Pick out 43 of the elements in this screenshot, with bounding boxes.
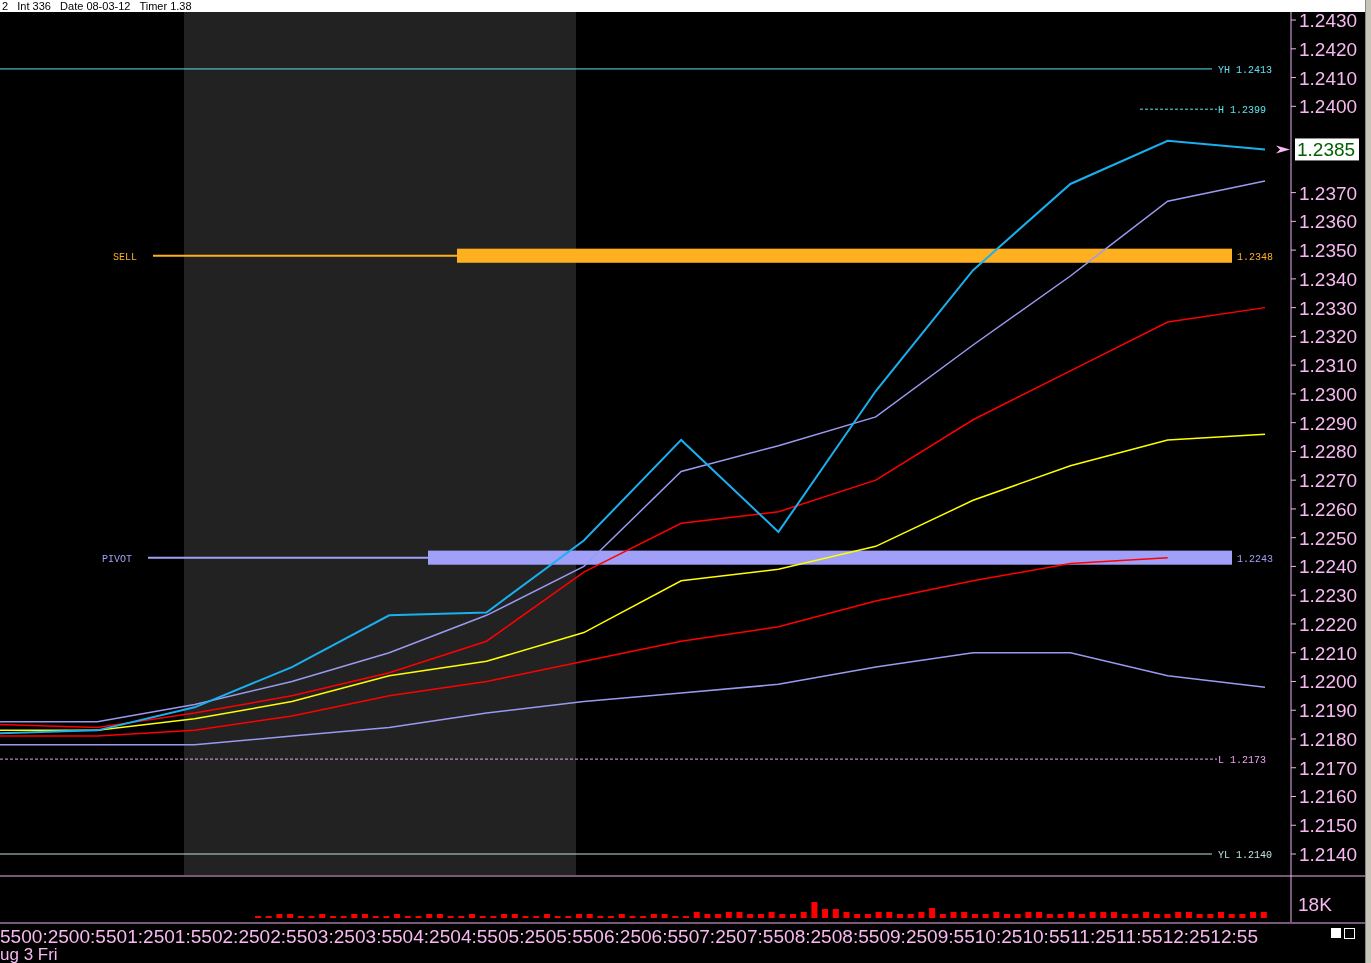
axis-label: 1.2420 bbox=[1299, 38, 1358, 60]
axis-label: 1.2270 bbox=[1299, 470, 1358, 492]
axis-label: 1.2210 bbox=[1299, 642, 1358, 664]
axis-label: 1.2430 bbox=[1299, 12, 1358, 32]
level-label: 1.2243 bbox=[1237, 553, 1273, 565]
axis-label: 1.2370 bbox=[1299, 182, 1358, 204]
axis-label: 1.2280 bbox=[1299, 441, 1358, 463]
chart-info-bar: 2 Int 336 Date 08-03-12 Timer 1.38 bbox=[0, 0, 1365, 12]
axis-label: 1.2260 bbox=[1299, 498, 1358, 520]
level-label: 1.2348 bbox=[1237, 251, 1273, 263]
axis-label: 1.2230 bbox=[1299, 585, 1358, 607]
axis-label: 1.2300 bbox=[1299, 383, 1358, 405]
axis-label: 1.2150 bbox=[1299, 815, 1358, 837]
level-label: YL 1.2140 bbox=[1218, 850, 1272, 861]
level-label: L 1.2173 bbox=[1218, 755, 1266, 767]
volume-axis-label: 18K bbox=[1298, 894, 1332, 915]
axis-label: 1.2340 bbox=[1299, 268, 1358, 290]
level-tag: PIVOT bbox=[102, 553, 132, 565]
axis-label: 1.2290 bbox=[1299, 412, 1358, 434]
level-label: YH 1.2413 bbox=[1218, 64, 1272, 76]
level-label: H 1.2399 bbox=[1218, 105, 1266, 117]
axis-label: 1.2250 bbox=[1299, 527, 1358, 549]
date-label: ug 3 Fri bbox=[0, 945, 58, 963]
axis-label: 1.2160 bbox=[1299, 786, 1358, 808]
axis-label: 1.2310 bbox=[1299, 355, 1358, 377]
axis-label: 1.2180 bbox=[1299, 729, 1358, 750]
scrollbar[interactable] bbox=[1365, 0, 1371, 963]
axis-label: 1.2350 bbox=[1299, 240, 1358, 262]
axis-label: 1.2410 bbox=[1299, 67, 1358, 89]
axis-label: 1.2220 bbox=[1299, 613, 1358, 635]
level-tag: SELL bbox=[113, 251, 137, 263]
axis-label: 1.2360 bbox=[1299, 211, 1358, 233]
square-icon[interactable] bbox=[1344, 928, 1355, 939]
axis-label: 1.2200 bbox=[1299, 671, 1358, 693]
axis-label: 1.2140 bbox=[1299, 844, 1358, 865]
time-axis-labels: 5500:2500:5501:2501:5502:2502:5503:2503:5504:2504:5505:2505:5506:2506:5507:2507:5508:2508:5509:2509:5510:2510:5511:2511:5512:2512:55 bbox=[0, 926, 1255, 947]
axis-label: 1.2170 bbox=[1299, 757, 1358, 779]
axis-label: 1.2330 bbox=[1299, 297, 1358, 319]
last-price: 1.2385 bbox=[1295, 138, 1359, 161]
axis-label: 1.2320 bbox=[1299, 326, 1358, 348]
axis-label: 1.2400 bbox=[1299, 96, 1358, 118]
axis-label: 1.2190 bbox=[1299, 700, 1358, 722]
axis-label: 1.2240 bbox=[1299, 556, 1358, 578]
